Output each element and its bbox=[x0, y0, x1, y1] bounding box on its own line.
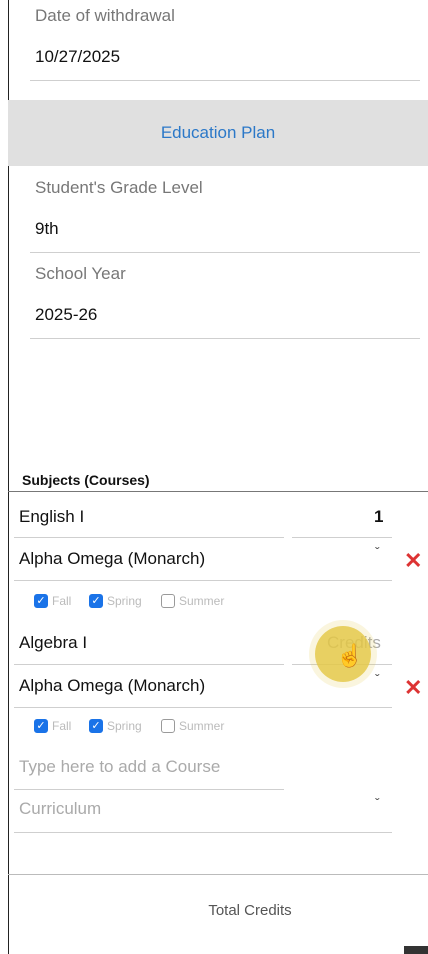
new-curriculum-select[interactable]: Curriculum bbox=[19, 799, 101, 819]
subjects-title: Subjects (Courses) bbox=[22, 472, 150, 488]
course-name-underline bbox=[14, 664, 284, 665]
chevron-down-icon[interactable]: ˇ bbox=[375, 544, 380, 560]
grade-input[interactable]: 9th bbox=[35, 219, 59, 239]
withdrawal-underline bbox=[30, 80, 420, 81]
fall-checkbox[interactable]: ✓ bbox=[34, 594, 48, 608]
summer-checkbox[interactable] bbox=[161, 594, 175, 608]
course-name-input[interactable]: English I bbox=[19, 507, 84, 527]
fall-label: Fall bbox=[52, 594, 72, 608]
new-course-underline bbox=[14, 789, 284, 790]
chevron-down-icon[interactable]: ˇ bbox=[375, 671, 380, 687]
new-curriculum-underline bbox=[14, 832, 392, 833]
summer-label: Summer bbox=[179, 594, 225, 608]
grade-label: Student's Grade Level bbox=[35, 178, 203, 197]
subjects-divider bbox=[8, 491, 428, 492]
fall-label: Fall bbox=[52, 719, 72, 733]
school-year-underline bbox=[30, 338, 420, 339]
school-year-input[interactable]: 2025-26 bbox=[35, 305, 97, 325]
school-year-label: School Year bbox=[35, 264, 126, 283]
spring-checkbox[interactable]: ✓ bbox=[89, 594, 103, 608]
credits-underline bbox=[292, 537, 392, 538]
course-name-input[interactable]: Algebra I bbox=[19, 633, 87, 653]
summer-label: Summer bbox=[179, 719, 225, 733]
summer-checkbox[interactable] bbox=[161, 719, 175, 733]
curriculum-select[interactable]: Alpha Omega (Monarch) bbox=[19, 676, 205, 696]
withdrawal-label: Date of withdrawal bbox=[35, 6, 175, 25]
withdrawal-input[interactable]: 10/27/2025 bbox=[35, 47, 120, 67]
curriculum-select[interactable]: Alpha Omega (Monarch) bbox=[19, 549, 205, 569]
delete-course-icon[interactable]: ✕ bbox=[404, 675, 422, 701]
education-plan-header: Education Plan bbox=[8, 100, 428, 166]
fall-checkbox[interactable]: ✓ bbox=[34, 719, 48, 733]
delete-course-icon[interactable]: ✕ bbox=[404, 548, 422, 574]
spring-label: Spring bbox=[107, 719, 142, 733]
total-divider bbox=[8, 874, 428, 875]
curriculum-underline bbox=[14, 580, 392, 581]
spring-label: Spring bbox=[107, 594, 142, 608]
chevron-down-icon[interactable]: ˇ bbox=[375, 795, 380, 811]
new-course-input[interactable]: Type here to add a Course bbox=[19, 757, 220, 777]
credits-input[interactable]: 1 bbox=[374, 507, 383, 527]
grade-underline bbox=[30, 252, 420, 253]
hand-pointer-icon: ☝ bbox=[336, 643, 364, 668]
course-name-underline bbox=[14, 537, 284, 538]
spring-checkbox[interactable]: ✓ bbox=[89, 719, 103, 733]
curriculum-underline bbox=[14, 707, 392, 708]
education-plan-title: Education Plan bbox=[160, 123, 276, 142]
corner-badge bbox=[404, 946, 428, 954]
total-credits-label: Total Credits bbox=[208, 902, 292, 919]
